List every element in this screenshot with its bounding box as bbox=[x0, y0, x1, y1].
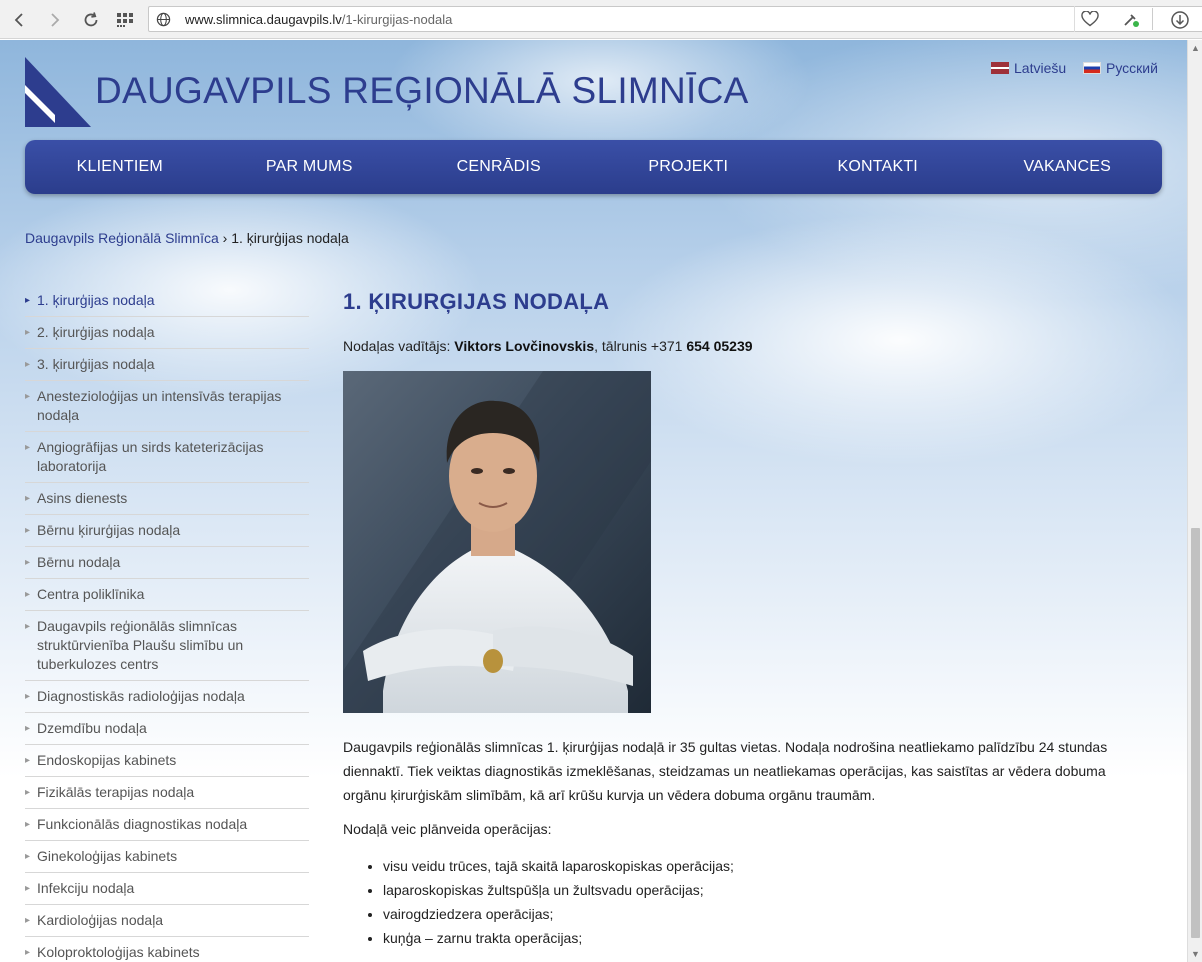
department-head-line: Nodaļas vadītājs: Viktors Lovčinovskis, … bbox=[343, 338, 1133, 354]
scrollbar-thumb[interactable] bbox=[1191, 528, 1200, 938]
phone-label: , tālrunis +371 bbox=[594, 338, 687, 354]
sidebar-item[interactable]: Infekciju nodaļa bbox=[25, 873, 309, 905]
list-item: vairogdziedzera operācijas; bbox=[383, 902, 1133, 926]
site-title[interactable]: DAUGAVPILS REĢIONĀLĀ SLIMNĪCA bbox=[95, 70, 749, 112]
sidebar-item[interactable]: Diagnostiskās radioloģijas nodaļa bbox=[25, 681, 309, 713]
main-content: 1. ĶIRURĢIJAS NODAĻA Nodaļas vadītājs: V… bbox=[343, 285, 1133, 950]
toolbar-divider bbox=[1152, 8, 1153, 30]
department-sidebar: 1. ķirurģijas nodaļa 2. ķirurģijas nodaļ… bbox=[25, 285, 309, 962]
forward-icon[interactable] bbox=[38, 0, 72, 39]
breadcrumb-home[interactable]: Daugavpils Reģionālā Slimnīca bbox=[25, 230, 219, 246]
page-title: 1. ĶIRURĢIJAS NODAĻA bbox=[343, 289, 610, 314]
sidebar-item[interactable]: Endoskopijas kabinets bbox=[25, 745, 309, 777]
sidebar-item[interactable]: Funkcionālās diagnostikas nodaļa bbox=[25, 809, 309, 841]
speed-dial-icon[interactable] bbox=[108, 0, 142, 39]
extension-icon[interactable] bbox=[1114, 0, 1148, 39]
page-scrollbar[interactable]: ▲ ▼ bbox=[1187, 40, 1202, 962]
url-path: /1-kirurgijas-nodala bbox=[341, 11, 453, 27]
hospital-logo[interactable] bbox=[25, 57, 91, 127]
nav-kontakti[interactable]: KONTAKTI bbox=[783, 140, 973, 194]
sidebar-item[interactable]: 2. ķirurģijas nodaļa bbox=[25, 317, 309, 349]
lang-latvian[interactable]: Latviešu bbox=[991, 60, 1066, 76]
nav-cenradis[interactable]: CENRĀDIS bbox=[404, 140, 594, 194]
nav-vakances[interactable]: VAKANCES bbox=[973, 140, 1163, 194]
lang-russian-label: Русский bbox=[1106, 60, 1158, 76]
scroll-up-icon[interactable]: ▲ bbox=[1191, 43, 1200, 53]
sidebar-item[interactable]: Asins dienests bbox=[25, 483, 309, 515]
url-host: www.slimnica.daugavpils.lv bbox=[185, 11, 342, 27]
reload-icon[interactable] bbox=[74, 0, 108, 39]
scroll-down-icon[interactable]: ▼ bbox=[1191, 949, 1200, 959]
back-icon[interactable] bbox=[2, 0, 36, 39]
sidebar-item[interactable]: Koloproktoloģijas kabinets bbox=[25, 937, 309, 962]
bookmark-heart-icon[interactable] bbox=[1074, 6, 1104, 32]
sidebar-item[interactable]: Dzemdību nodaļa bbox=[25, 713, 309, 745]
breadcrumb-current: 1. ķirurģijas nodaļa bbox=[231, 230, 349, 246]
head-name: Viktors Lovčinovskis bbox=[454, 338, 595, 354]
sidebar-item[interactable]: 1. ķirurģijas nodaļa bbox=[25, 285, 309, 317]
web-page: DAUGAVPILS REĢIONĀLĀ SLIMNĪCA Latviešu Р… bbox=[0, 40, 1187, 962]
sidebar-item[interactable]: Bērnu nodaļa bbox=[25, 547, 309, 579]
sidebar-item[interactable]: Anestezioloģijas un intensīvās terapijas… bbox=[25, 381, 309, 432]
sidebar-item[interactable]: Daugavpils reģionālās slimnīcas struktūr… bbox=[25, 611, 309, 681]
browser-toolbar: www.slimnica.daugavpils.lv/1-kirurgijas-… bbox=[0, 0, 1202, 39]
url-text: www.slimnica.daugavpils.lv/1-kirurgijas-… bbox=[185, 12, 452, 27]
department-description: Daugavpils reģionālās slimnīcas 1. ķirur… bbox=[343, 739, 1108, 803]
globe-icon bbox=[149, 12, 177, 27]
sidebar-item[interactable]: Angiogrāfijas un sirds kateterizācijas l… bbox=[25, 432, 309, 483]
sidebar-item[interactable]: Fizikālās terapijas nodaļa bbox=[25, 777, 309, 809]
address-bar[interactable]: www.slimnica.daugavpils.lv/1-kirurgijas-… bbox=[148, 6, 1202, 32]
download-icon[interactable] bbox=[1163, 0, 1197, 39]
breadcrumb-separator: › bbox=[222, 230, 228, 246]
list-item: laparoskopiskas žultspūšļa un žultsvadu … bbox=[383, 878, 1133, 902]
operations-intro: Nodaļā veic plānveida operācijas: bbox=[343, 821, 552, 837]
nav-klientiem[interactable]: KLIENTIEM bbox=[25, 140, 215, 194]
sidebar-item[interactable]: Bērnu ķirurģijas nodaļa bbox=[25, 515, 309, 547]
latvia-flag-icon bbox=[991, 62, 1009, 74]
head-label: Nodaļas vadītājs: bbox=[343, 338, 455, 354]
list-item: kuņģa – zarnu trakta operācijas; bbox=[383, 926, 1133, 950]
sidebar-item[interactable]: Ginekoloģijas kabinets bbox=[25, 841, 309, 873]
phone-number[interactable]: 654 05239 bbox=[686, 338, 752, 354]
department-head-photo bbox=[343, 371, 651, 713]
sidebar-item[interactable]: 3. ķirurģijas nodaļa bbox=[25, 349, 309, 381]
operations-list: visu veidu trūces, tajā skaitā laparosko… bbox=[343, 854, 1133, 950]
lang-russian[interactable]: Русский bbox=[1083, 60, 1158, 76]
nav-par-mums[interactable]: PAR MUMS bbox=[215, 140, 405, 194]
main-navigation: KLIENTIEM PAR MUMS CENRĀDIS PROJEKTI KON… bbox=[25, 140, 1162, 194]
list-item: visu veidu trūces, tajā skaitā laparosko… bbox=[383, 854, 1133, 878]
breadcrumb: Daugavpils Reģionālā Slimnīca › 1. ķirur… bbox=[25, 230, 349, 246]
russia-flag-icon bbox=[1083, 62, 1101, 74]
lang-latvian-label: Latviešu bbox=[1014, 60, 1067, 76]
sidebar-item[interactable]: Kardioloģijas nodaļa bbox=[25, 905, 309, 937]
nav-projekti[interactable]: PROJEKTI bbox=[594, 140, 784, 194]
sidebar-item[interactable]: Centra poliklīnika bbox=[25, 579, 309, 611]
